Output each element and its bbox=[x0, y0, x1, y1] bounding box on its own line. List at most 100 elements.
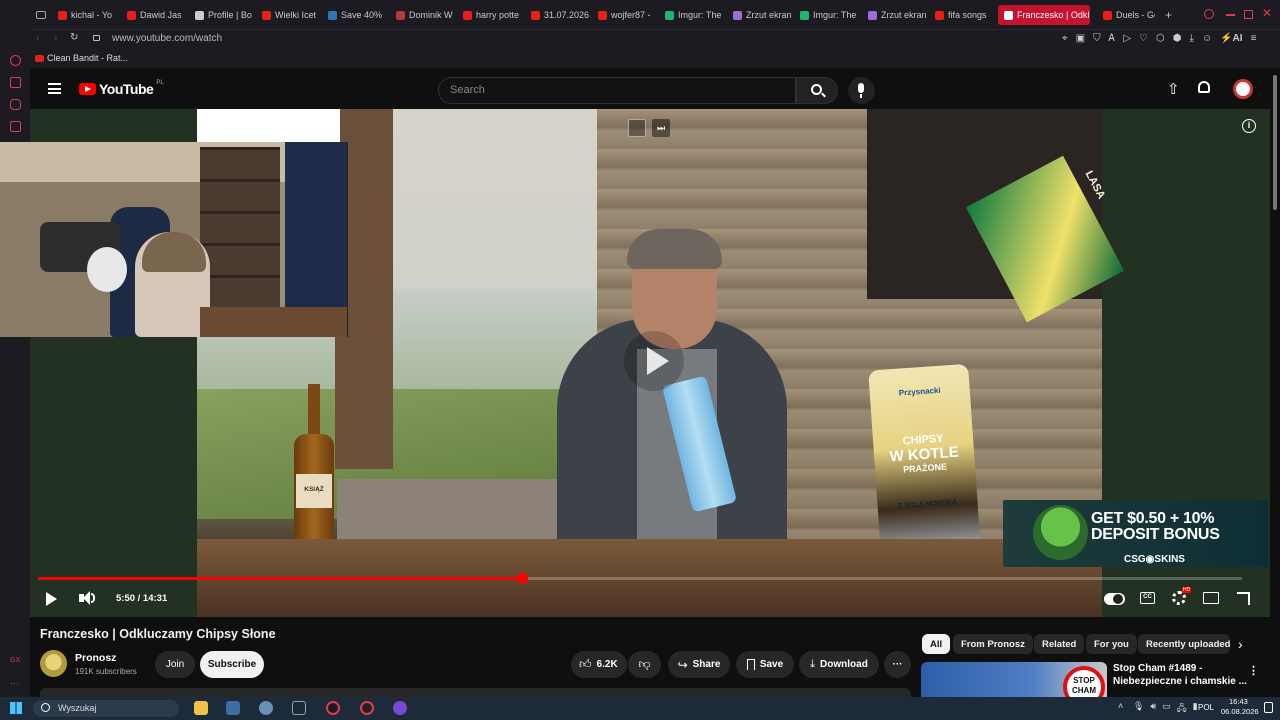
filter-chip[interactable]: From Pronosz bbox=[953, 634, 1033, 654]
autoplay-toggle[interactable] bbox=[1104, 593, 1125, 605]
language-indicator[interactable]: POL bbox=[1198, 703, 1214, 712]
tab[interactable]: Zrzut ekran bbox=[733, 6, 791, 24]
filter-chip[interactable]: Recently uploaded bbox=[1138, 634, 1230, 654]
filter-chip[interactable]: Related bbox=[1034, 634, 1085, 654]
extensions-icon[interactable]: ⬡ bbox=[1156, 33, 1165, 44]
play-icon[interactable]: ▷ bbox=[1123, 33, 1131, 44]
channel-avatar[interactable] bbox=[40, 650, 67, 677]
tab[interactable]: Dominik W bbox=[396, 6, 454, 24]
fullscreen-icon[interactable] bbox=[1237, 592, 1250, 605]
tab[interactable]: kichal - Yo bbox=[58, 6, 116, 24]
maximize-icon[interactable] bbox=[1244, 10, 1253, 19]
mic-tray-icon[interactable]: 🎙︎ bbox=[1133, 701, 1144, 717]
tab[interactable]: fifa songs bbox=[935, 6, 993, 24]
tab[interactable]: Imgur: The bbox=[665, 6, 725, 24]
tab[interactable]: Duels - Ge bbox=[1103, 6, 1155, 24]
battery-tray-icon[interactable]: ▮ bbox=[1193, 701, 1198, 717]
download-icon[interactable]: ⤓ bbox=[1189, 33, 1193, 44]
taskbar-search[interactable]: Wyszukaj bbox=[33, 700, 179, 717]
search-input[interactable]: Search bbox=[438, 77, 796, 104]
speaker-tray-icon[interactable]: 🔊︎ bbox=[1150, 701, 1156, 717]
youtube-logo[interactable]: YouTube PL bbox=[79, 80, 164, 97]
tray-icons[interactable]: 🎙︎ 🔊︎ ▭ 🖧︎ ▮ bbox=[1133, 701, 1198, 717]
hamburger-menu-icon[interactable] bbox=[48, 83, 61, 94]
translate-icon[interactable]: Ꭺ bbox=[1109, 33, 1116, 44]
tab[interactable]: Wielki Icet bbox=[262, 6, 320, 24]
recommended-thumbnail[interactable]: STOP CHAM bbox=[921, 662, 1107, 697]
network-tray-icon[interactable]: 🖧︎ bbox=[1177, 701, 1187, 717]
center-play-icon[interactable] bbox=[624, 331, 684, 391]
chips-next-icon[interactable]: › bbox=[1238, 636, 1243, 652]
reload-icon[interactable]: ↻ bbox=[70, 32, 78, 43]
forward-icon[interactable]: › bbox=[54, 33, 57, 44]
pin-icon[interactable]: ⌖ bbox=[1062, 33, 1068, 44]
app-icon-2[interactable] bbox=[360, 701, 374, 715]
filter-chip[interactable]: For you bbox=[1086, 634, 1137, 654]
settings-app-icon[interactable] bbox=[259, 701, 273, 715]
minimize-icon[interactable] bbox=[1226, 14, 1235, 16]
tab[interactable]: 31.07.2026 bbox=[531, 6, 589, 24]
miniplayer-icon[interactable] bbox=[628, 119, 646, 137]
workspaces-icon[interactable] bbox=[10, 77, 21, 88]
tab[interactable]: Profile | Bo bbox=[195, 6, 255, 24]
captions-icon[interactable]: CC bbox=[1140, 592, 1155, 604]
back-icon[interactable]: ‹ bbox=[36, 33, 39, 44]
tab[interactable]: Zrzut ekran bbox=[868, 6, 926, 24]
tab-overview-icon[interactable] bbox=[36, 11, 46, 19]
recommended-title-line-2[interactable]: Niebezpieczne i chamskie ... bbox=[1113, 676, 1247, 687]
url-field[interactable]: www.youtube.com/watch bbox=[112, 33, 222, 44]
notification-icon[interactable] bbox=[1264, 702, 1273, 713]
opera-sidebar-icon[interactable] bbox=[10, 55, 21, 66]
download-button[interactable]: ⤓ Download bbox=[799, 651, 879, 678]
description-box[interactable] bbox=[40, 688, 911, 697]
recommended-title-line-1[interactable]: Stop Cham #1489 - bbox=[1113, 663, 1202, 674]
steam-icon[interactable] bbox=[292, 701, 306, 715]
tab[interactable]: wojfer87 - bbox=[598, 6, 656, 24]
subscribe-button[interactable]: Subscribe bbox=[200, 651, 264, 678]
tab[interactable]: harry potte bbox=[463, 6, 523, 24]
dislike-button[interactable]: 👎︎ bbox=[628, 651, 661, 678]
upload-icon[interactable]: ⇧ bbox=[1167, 80, 1180, 98]
join-button[interactable]: Join bbox=[155, 651, 195, 678]
opera-gx-icon[interactable] bbox=[326, 701, 340, 715]
tab[interactable]: Save 40% bbox=[328, 6, 388, 24]
search-button[interactable] bbox=[796, 77, 838, 104]
ad-banner[interactable]: GET $0.50 + 10% DEPOSIT BONUS CSG◉SKINS bbox=[1003, 500, 1268, 567]
recommended-more-icon[interactable]: ⋮ bbox=[1248, 664, 1259, 677]
display-tray-icon[interactable]: ▭ bbox=[1162, 701, 1171, 717]
account-avatar[interactable] bbox=[1233, 79, 1253, 99]
new-tab-icon[interactable]: + bbox=[1165, 8, 1172, 22]
chip-all[interactable]: All bbox=[922, 634, 951, 654]
tab-active[interactable]: Franczesko | Odklu bbox=[998, 5, 1090, 25]
theater-mode-icon[interactable] bbox=[1203, 592, 1219, 604]
file-explorer-icon[interactable] bbox=[194, 701, 208, 715]
tab-search-icon[interactable] bbox=[1204, 9, 1214, 19]
voice-search-button[interactable] bbox=[848, 77, 875, 104]
account-icon[interactable]: ☺ bbox=[1202, 33, 1212, 44]
player-icon[interactable] bbox=[10, 121, 21, 132]
menu-icon[interactable]: ≡ bbox=[1251, 33, 1257, 44]
app-icon-1[interactable] bbox=[226, 701, 240, 715]
clock-time[interactable]: 16:43 bbox=[1229, 697, 1248, 706]
messenger-icon[interactable] bbox=[10, 99, 21, 110]
notifications-bell-icon[interactable] bbox=[1198, 81, 1210, 93]
tab[interactable]: Dawid Jas bbox=[127, 6, 187, 24]
wallet-icon[interactable]: ⬢ bbox=[1173, 33, 1182, 44]
settings-gear-icon[interactable]: HD bbox=[1172, 587, 1192, 605]
share-button[interactable]: ↪ Share bbox=[668, 651, 730, 678]
heart-icon[interactable]: ♡ bbox=[1139, 33, 1148, 44]
volume-button[interactable] bbox=[77, 589, 97, 609]
page-scrollbar[interactable] bbox=[1273, 75, 1277, 210]
adblock-icon[interactable]: ⛉ bbox=[1093, 33, 1101, 44]
bookmark-item[interactable]: Clean Bandit - Rat... bbox=[47, 53, 128, 63]
clock-date[interactable]: 06.08.2026 bbox=[1221, 707, 1259, 716]
more-icon[interactable]: ··· bbox=[10, 678, 19, 688]
windows-start-icon[interactable] bbox=[10, 702, 22, 714]
snapshot-icon[interactable]: ▣ bbox=[1076, 33, 1085, 44]
like-button[interactable]: 👍︎ 6.2K bbox=[571, 651, 627, 678]
channel-name[interactable]: Pronosz bbox=[75, 652, 116, 664]
app-icon-3[interactable] bbox=[393, 701, 407, 715]
tray-chevron-icon[interactable]: ˄ bbox=[1118, 701, 1123, 711]
save-button[interactable]: Save bbox=[736, 651, 794, 678]
next-video-icon[interactable]: ⏭ bbox=[652, 119, 670, 137]
